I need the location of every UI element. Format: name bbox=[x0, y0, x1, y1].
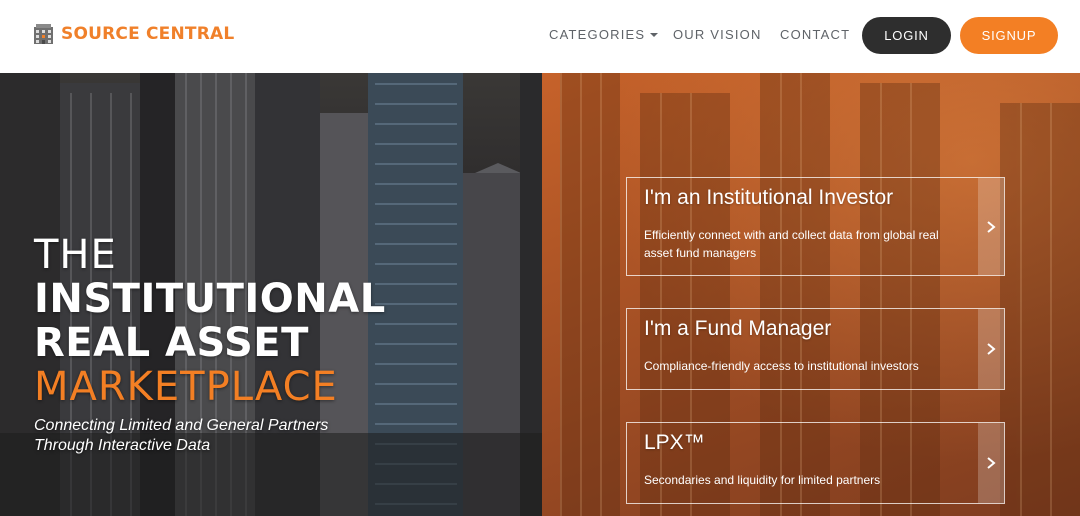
hero-tagline: Connecting Limited and General Partners … bbox=[34, 417, 329, 454]
nav-our-vision[interactable]: OUR VISION bbox=[673, 27, 762, 42]
card-title: LPX™ bbox=[644, 431, 705, 454]
caret-down-icon bbox=[650, 32, 659, 37]
headline-line-3: REAL ASSET bbox=[34, 320, 309, 366]
card-institutional-investor[interactable]: I'm an Institutional Investor Efficientl… bbox=[626, 177, 1005, 276]
signup-button[interactable]: SIGNUP bbox=[960, 17, 1058, 54]
headline-line-4: MARKETPLACE bbox=[34, 364, 338, 410]
chevron-right-icon[interactable] bbox=[978, 178, 1004, 275]
chevron-right-icon[interactable] bbox=[978, 423, 1004, 503]
card-description: Secondaries and liquidity for limited pa… bbox=[644, 473, 881, 487]
login-button[interactable]: LOGIN bbox=[862, 17, 951, 54]
card-description: Compliance-friendly access to institutio… bbox=[644, 359, 919, 373]
hero-headline: THE INSTITUTIONAL REAL ASSET MARKETPLACE bbox=[34, 233, 386, 409]
card-title: I'm an Institutional Investor bbox=[644, 186, 894, 209]
card-fund-manager[interactable]: I'm a Fund Manager Compliance-friendly a… bbox=[626, 308, 1005, 390]
building-grid-icon bbox=[34, 24, 53, 44]
nav-categories-dropdown[interactable]: CATEGORIES bbox=[549, 27, 659, 42]
headline-line-2: INSTITUTIONAL bbox=[34, 276, 386, 322]
brand-name: SOURCE CENTRAL bbox=[61, 24, 235, 44]
card-lpx[interactable]: LPX™ Secondaries and liquidity for limit… bbox=[626, 422, 1005, 504]
chevron-right-icon[interactable] bbox=[978, 309, 1004, 389]
nav-categories-label: CATEGORIES bbox=[549, 27, 646, 42]
headline-line-1: THE bbox=[34, 232, 117, 278]
hero-section: THE INSTITUTIONAL REAL ASSET MARKETPLACE… bbox=[0, 73, 1080, 516]
card-description: Efficiently connect with and collect dat… bbox=[644, 228, 939, 260]
nav-contact[interactable]: CONTACT bbox=[780, 27, 850, 42]
card-title: I'm a Fund Manager bbox=[644, 317, 832, 340]
site-header: SOURCE CENTRAL CATEGORIES OUR VISION CON… bbox=[0, 0, 1080, 73]
brand-logo[interactable]: SOURCE CENTRAL bbox=[34, 24, 234, 44]
